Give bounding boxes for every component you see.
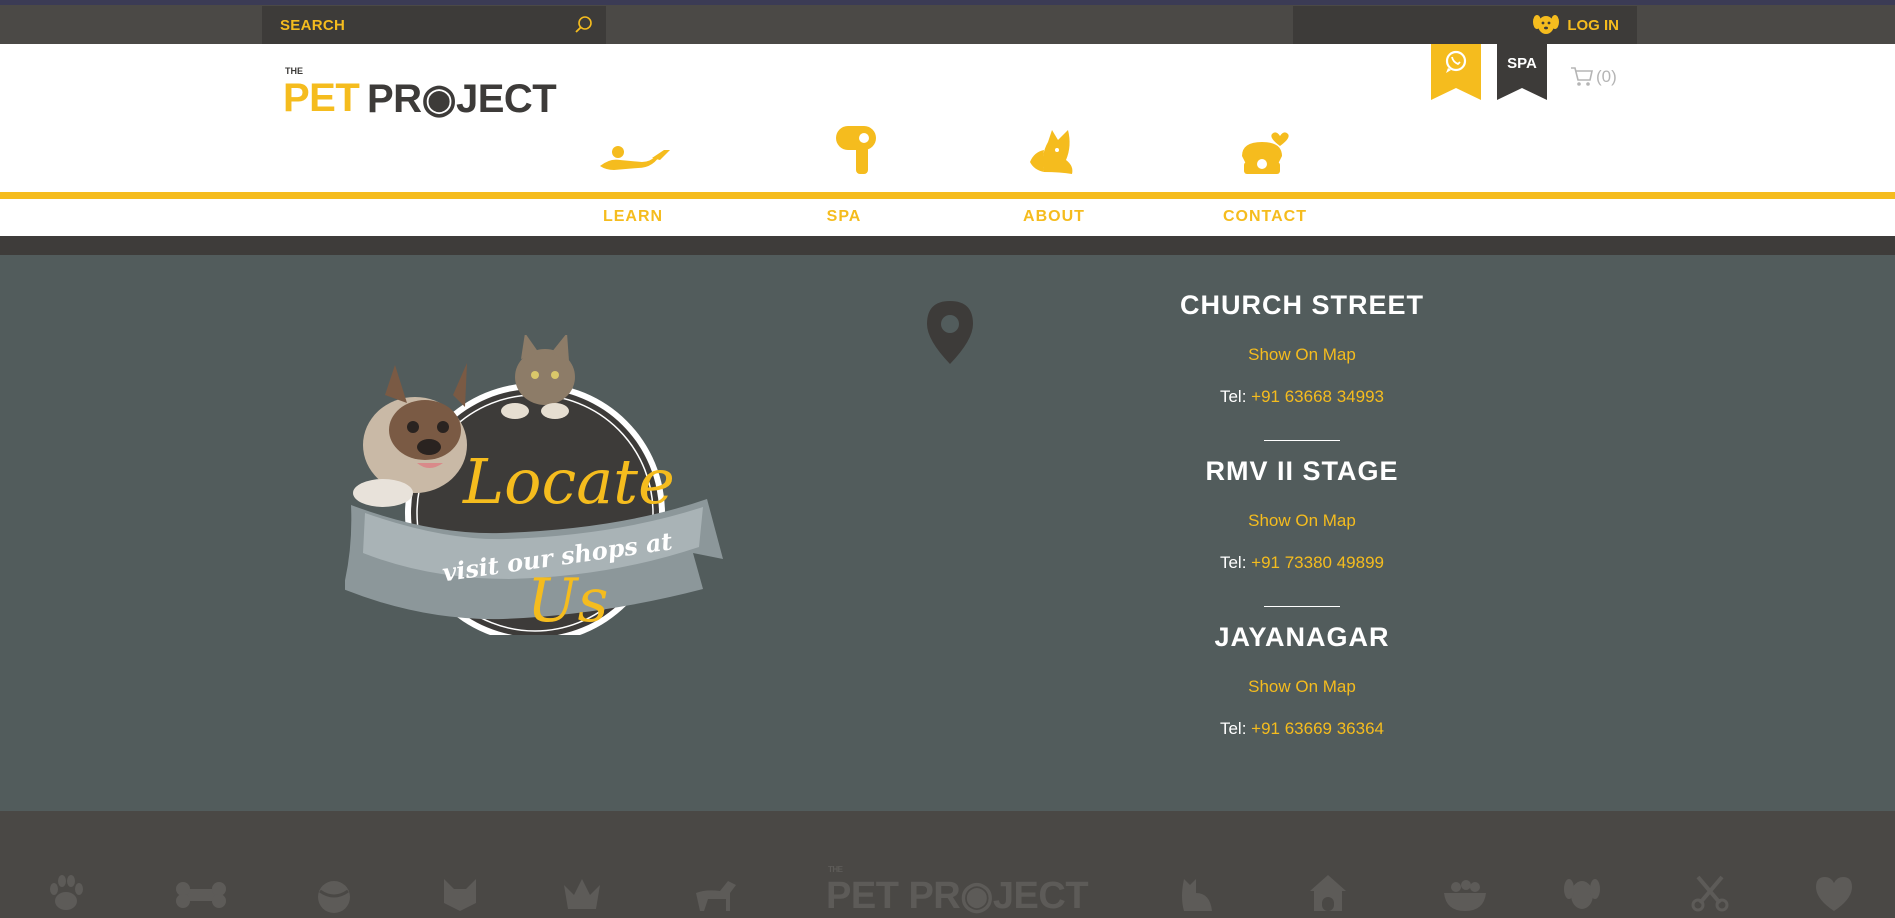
store-name: CHURCH STREET bbox=[1179, 290, 1424, 320]
store-name: JAYANAGAR bbox=[1214, 622, 1390, 652]
phone-link[interactable]: +91 63669 36364 bbox=[1251, 719, 1384, 738]
locate-us-badge: Locate visit our shops at Us bbox=[345, 335, 723, 635]
store-tel: Tel: +91 73380 49899 bbox=[1152, 553, 1452, 573]
map-pin-icon bbox=[927, 301, 973, 364]
spa-tab[interactable]: SPA bbox=[1497, 44, 1547, 100]
section-divider-band bbox=[0, 236, 1895, 255]
paw-icon bbox=[50, 875, 83, 910]
show-on-map-link[interactable]: Show On Map bbox=[1152, 677, 1452, 697]
dog-head-login-icon bbox=[1533, 15, 1560, 34]
store-tel: Tel: +91 63669 36364 bbox=[1152, 719, 1452, 739]
crown-icon bbox=[564, 879, 600, 909]
dog-face-icon bbox=[1564, 879, 1600, 909]
main-nav: LEARN SPA ABOUT CONTACT bbox=[0, 199, 1895, 236]
footer-logo: THE PET PR◉JECT bbox=[826, 865, 1089, 918]
search-input[interactable] bbox=[280, 16, 560, 34]
whatsapp-tab[interactable] bbox=[1431, 44, 1481, 100]
logo-pet: PET bbox=[283, 76, 360, 120]
site-header: THE PET PR◉JECT SPA (0) bbox=[0, 44, 1895, 192]
store-church-street: CHURCH STREET Show On Map Tel: +91 63668… bbox=[1152, 290, 1452, 407]
show-on-map-link[interactable]: Show On Map bbox=[1152, 511, 1452, 531]
store-rmv-ii-stage: RMV II STAGE Show On Map Tel: +91 73380 … bbox=[1152, 456, 1452, 573]
store-name: RMV II STAGE bbox=[1205, 456, 1399, 486]
store-divider bbox=[1264, 440, 1340, 441]
cat-sitting-icon bbox=[1182, 879, 1212, 911]
footer-logo-text: PET PR◉JECT bbox=[826, 875, 1089, 917]
top-bar: LOG IN bbox=[0, 5, 1895, 44]
scissors-icon bbox=[1691, 875, 1729, 912]
food-bowl-icon bbox=[1444, 880, 1486, 911]
nav-accent-stripe bbox=[0, 192, 1895, 199]
login-box: LOG IN bbox=[1293, 6, 1637, 44]
nav-about[interactable]: ABOUT bbox=[984, 208, 1124, 226]
store-tel: Tel: +91 63668 34993 bbox=[1152, 387, 1452, 407]
hair-dryer-icon[interactable] bbox=[830, 122, 886, 178]
dog-walking-icon bbox=[696, 881, 736, 911]
spa-tab-label: SPA bbox=[1507, 55, 1537, 72]
phone-link[interactable]: +91 63668 34993 bbox=[1251, 387, 1384, 406]
badge-locate-text: Locate bbox=[462, 445, 675, 518]
cart[interactable]: (0) bbox=[1570, 64, 1617, 90]
search-box bbox=[262, 6, 606, 44]
tel-label: Tel: bbox=[1219, 387, 1247, 406]
nav-spa[interactable]: SPA bbox=[774, 208, 914, 226]
heart-paw-icon bbox=[1816, 877, 1852, 911]
cart-count: (0) bbox=[1596, 67, 1617, 86]
site-footer: THE PET PR◉JECT bbox=[0, 811, 1895, 917]
dog-head-icon[interactable] bbox=[1024, 122, 1084, 178]
store-divider bbox=[1264, 606, 1340, 607]
store-jayanagar: JAYANAGAR Show On Map Tel: +91 63669 363… bbox=[1152, 622, 1452, 739]
tel-label: Tel: bbox=[1219, 553, 1247, 572]
phone-heart-icon[interactable] bbox=[1236, 122, 1292, 178]
cat-face-icon bbox=[444, 879, 476, 911]
badge-us-text: Us bbox=[527, 566, 608, 635]
bone-icon bbox=[176, 882, 226, 908]
spa-ribbon-shape bbox=[1497, 44, 1547, 100]
nav-contact[interactable]: CONTACT bbox=[1195, 208, 1335, 226]
phone-link[interactable]: +91 73380 49899 bbox=[1251, 553, 1384, 572]
footer-logo-the: THE bbox=[828, 865, 843, 874]
nav-learn[interactable]: LEARN bbox=[563, 208, 703, 226]
site-logo[interactable]: THE PET PR◉JECT bbox=[283, 60, 563, 122]
locations-section: Locate visit our shops at Us CHURCH STRE… bbox=[0, 255, 1895, 811]
search-icon[interactable] bbox=[574, 15, 594, 35]
login-link[interactable]: LOG IN bbox=[1567, 17, 1619, 34]
tel-label: Tel: bbox=[1219, 719, 1247, 738]
shopping-cart-icon bbox=[1571, 67, 1593, 86]
logo-project: PR◉JECT bbox=[367, 77, 557, 121]
reclining-person-icon[interactable] bbox=[596, 122, 676, 178]
show-on-map-link[interactable]: Show On Map bbox=[1152, 345, 1452, 365]
ball-icon bbox=[318, 881, 350, 913]
logo-the: THE bbox=[285, 66, 303, 76]
dog-house-icon bbox=[1310, 875, 1346, 911]
